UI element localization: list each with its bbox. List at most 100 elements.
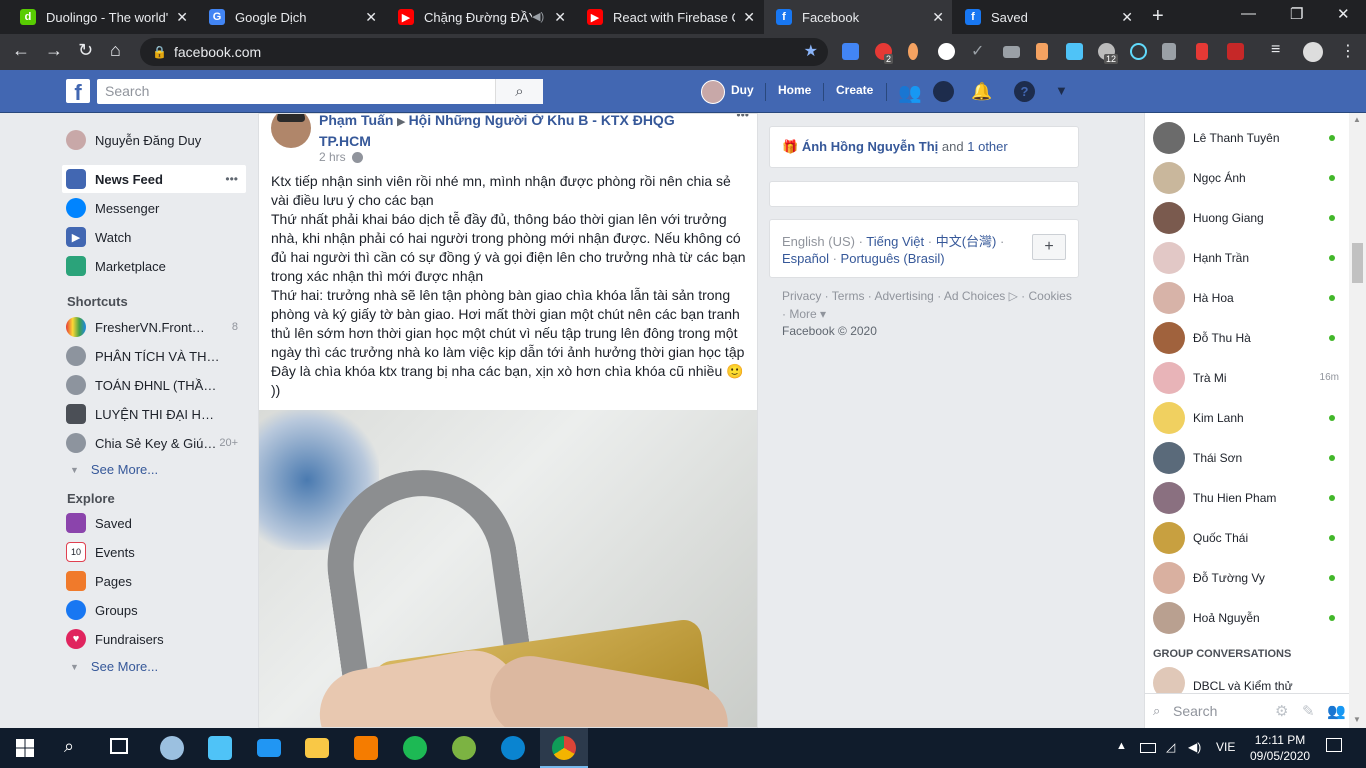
close-icon[interactable]: ✕ bbox=[554, 9, 566, 26]
address-bar[interactable]: 🔒 facebook.com ★ bbox=[140, 38, 828, 66]
chat-contact[interactable]: Thu Hien Pham bbox=[1153, 478, 1341, 518]
close-icon[interactable]: ✕ bbox=[176, 9, 188, 26]
tab-duolingo[interactable]: d Duolingo - The world's ✕ bbox=[8, 0, 196, 34]
chat-contact[interactable]: Hoả Nguyễn bbox=[1153, 598, 1341, 638]
birthday-other-link[interactable]: 1 other bbox=[967, 139, 1007, 154]
lock-icon[interactable]: 🔒 bbox=[152, 38, 167, 66]
extension-icon[interactable] bbox=[908, 43, 918, 60]
sidebar-item-groups[interactable]: Groups bbox=[62, 596, 246, 624]
profile-link[interactable]: Duy bbox=[731, 83, 754, 97]
sidebar-item-news-feed[interactable]: News Feed ••• bbox=[62, 165, 246, 193]
chat-contact[interactable]: Quốc Thái bbox=[1153, 518, 1341, 558]
volume-icon[interactable]: ◀) bbox=[1188, 740, 1201, 754]
battery-icon[interactable] bbox=[1140, 743, 1156, 753]
sidebar-item-marketplace[interactable]: Marketplace bbox=[62, 252, 246, 280]
windows-start-icon[interactable] bbox=[16, 739, 34, 757]
footer-link-advertising[interactable]: Advertising bbox=[874, 289, 933, 303]
tab-youtube-1[interactable]: ▶ Chặng Đường ĐẦY ◀) ✕ bbox=[386, 0, 574, 34]
tab-facebook[interactable]: f Facebook ✕ bbox=[764, 0, 952, 34]
birthday-person-link[interactable]: Ánh Hồng Nguyễn Thị bbox=[802, 139, 938, 154]
chat-search-input[interactable]: Search bbox=[1173, 703, 1217, 719]
close-icon[interactable]: ✕ bbox=[932, 9, 944, 26]
chat-contact[interactable]: Trà Mi 16m bbox=[1153, 358, 1341, 398]
profile-avatar[interactable] bbox=[1303, 42, 1323, 62]
input-language[interactable]: VIE bbox=[1216, 740, 1235, 754]
shortcut-item[interactable]: FresherVN.Front… 8 bbox=[62, 313, 246, 341]
bookmark-star-icon[interactable]: ★ bbox=[804, 38, 818, 66]
friend-requests-icon[interactable]: 👥 bbox=[898, 81, 922, 105]
task-view-icon[interactable] bbox=[110, 738, 128, 754]
avatar[interactable] bbox=[701, 80, 725, 104]
messenger-icon[interactable] bbox=[933, 81, 954, 102]
language-link[interactable]: Tiếng Việt bbox=[866, 234, 924, 249]
app-icon[interactable] bbox=[452, 736, 476, 760]
new-tab-button[interactable]: + bbox=[1152, 5, 1164, 28]
speaker-muted-icon[interactable]: ◀) bbox=[532, 10, 544, 23]
chat-contact[interactable]: Đỗ Thu Hà bbox=[1153, 318, 1341, 358]
create-link[interactable]: Create bbox=[836, 83, 873, 97]
notifications-icon[interactable]: 🔔 bbox=[971, 82, 992, 102]
window-close-button[interactable]: ✕ bbox=[1337, 5, 1350, 23]
shortcut-item[interactable]: Chia Sẻ Key & Giú… 20+ bbox=[62, 429, 246, 457]
chat-group[interactable]: DBCL và Kiểm thử bbox=[1153, 667, 1341, 693]
sidebar-item-events[interactable]: 10 Events bbox=[62, 538, 246, 566]
close-icon[interactable]: ✕ bbox=[743, 9, 755, 26]
post-options-icon[interactable]: ••• bbox=[736, 114, 749, 122]
search-icon[interactable]: ⌕ bbox=[495, 79, 543, 104]
extension-icon[interactable] bbox=[1003, 46, 1020, 58]
forward-icon[interactable]: → bbox=[45, 40, 63, 61]
chevron-up-icon[interactable]: ▲ bbox=[1116, 740, 1127, 752]
language-link[interactable]: Português (Brasil) bbox=[841, 251, 945, 266]
shortcut-item[interactable]: LUYỆN THI ĐẠI H… bbox=[62, 400, 246, 428]
shortcut-item[interactable]: TOÁN ĐHNL (THẦ… bbox=[62, 371, 246, 399]
chat-contact[interactable]: Lê Thanh Tuyên bbox=[1153, 118, 1341, 158]
scroll-down-icon[interactable]: ▼ bbox=[1353, 715, 1361, 724]
chat-contact[interactable]: Hà Hoa bbox=[1153, 278, 1341, 318]
post-timestamp[interactable]: 2 hrs bbox=[319, 150, 346, 164]
home-link[interactable]: Home bbox=[778, 83, 811, 97]
footer-link-more[interactable]: More bbox=[789, 307, 816, 321]
extension-icon[interactable] bbox=[1196, 43, 1208, 60]
post-author-link[interactable]: Phạm Tuấn bbox=[319, 114, 393, 128]
spotify-icon[interactable] bbox=[403, 736, 427, 760]
chat-contact[interactable]: Hạnh Trần bbox=[1153, 238, 1341, 278]
facebook-logo-icon[interactable]: f bbox=[66, 79, 90, 103]
chat-contact[interactable]: Huong Giang bbox=[1153, 198, 1341, 238]
chat-contact[interactable]: Kim Lanh bbox=[1153, 398, 1341, 438]
scrollbar-thumb[interactable] bbox=[1352, 243, 1363, 283]
see-more-explore[interactable]: ▼ See More... bbox=[70, 659, 158, 674]
sidebar-item-fundraisers[interactable]: ♥ Fundraisers bbox=[62, 625, 246, 653]
home-icon[interactable]: ⌂ bbox=[110, 40, 121, 61]
react-devtools-icon[interactable] bbox=[1130, 43, 1147, 60]
notification-center-icon[interactable] bbox=[1326, 738, 1342, 752]
globe-icon[interactable] bbox=[351, 151, 363, 163]
chat-contact[interactable]: Đỗ Tường Vy bbox=[1153, 558, 1341, 598]
see-more-shortcuts[interactable]: ▼ See More... bbox=[70, 462, 158, 477]
avatar[interactable] bbox=[271, 114, 311, 148]
network-icon[interactable]: ◿ bbox=[1166, 740, 1175, 754]
scroll-up-icon[interactable]: ▲ bbox=[1353, 115, 1361, 124]
footer-link-ad-choices[interactable]: Ad Choices bbox=[944, 289, 1005, 303]
footer-link-terms[interactable]: Terms bbox=[832, 289, 865, 303]
sidebar-item-profile[interactable]: Nguyễn Đăng Duy bbox=[62, 126, 246, 154]
language-link[interactable]: 中文(台灣) bbox=[936, 234, 997, 249]
download-extension-icon[interactable] bbox=[1066, 43, 1083, 60]
store-icon[interactable] bbox=[208, 736, 232, 760]
sidebar-item-watch[interactable]: ▶ Watch bbox=[62, 223, 246, 251]
footer-link-privacy[interactable]: Privacy bbox=[782, 289, 821, 303]
compose-icon[interactable]: ✎ bbox=[1302, 702, 1315, 720]
media-control-icon[interactable]: ≡ bbox=[1271, 41, 1280, 59]
help-icon[interactable]: ? bbox=[1014, 81, 1035, 102]
footer-link-cookies[interactable]: Cookies bbox=[1028, 289, 1071, 303]
clock[interactable]: 12:11 PM 09/05/2020 bbox=[1250, 732, 1310, 764]
add-language-button[interactable]: + bbox=[1032, 234, 1066, 260]
chat-contact[interactable]: Ngọc Ánh bbox=[1153, 158, 1341, 198]
language-link[interactable]: Español bbox=[782, 251, 829, 266]
create-group-icon[interactable]: 👥 bbox=[1327, 702, 1346, 720]
back-icon[interactable]: ← bbox=[12, 40, 30, 61]
chrome-menu-icon[interactable]: ⋮ bbox=[1340, 41, 1356, 61]
gear-icon[interactable]: ⚙ bbox=[1275, 702, 1288, 720]
shortcut-item[interactable]: PHÂN TÍCH VÀ TH… bbox=[62, 342, 246, 370]
restore-button[interactable]: ❐ bbox=[1290, 5, 1303, 23]
close-icon[interactable]: ✕ bbox=[1121, 9, 1133, 26]
